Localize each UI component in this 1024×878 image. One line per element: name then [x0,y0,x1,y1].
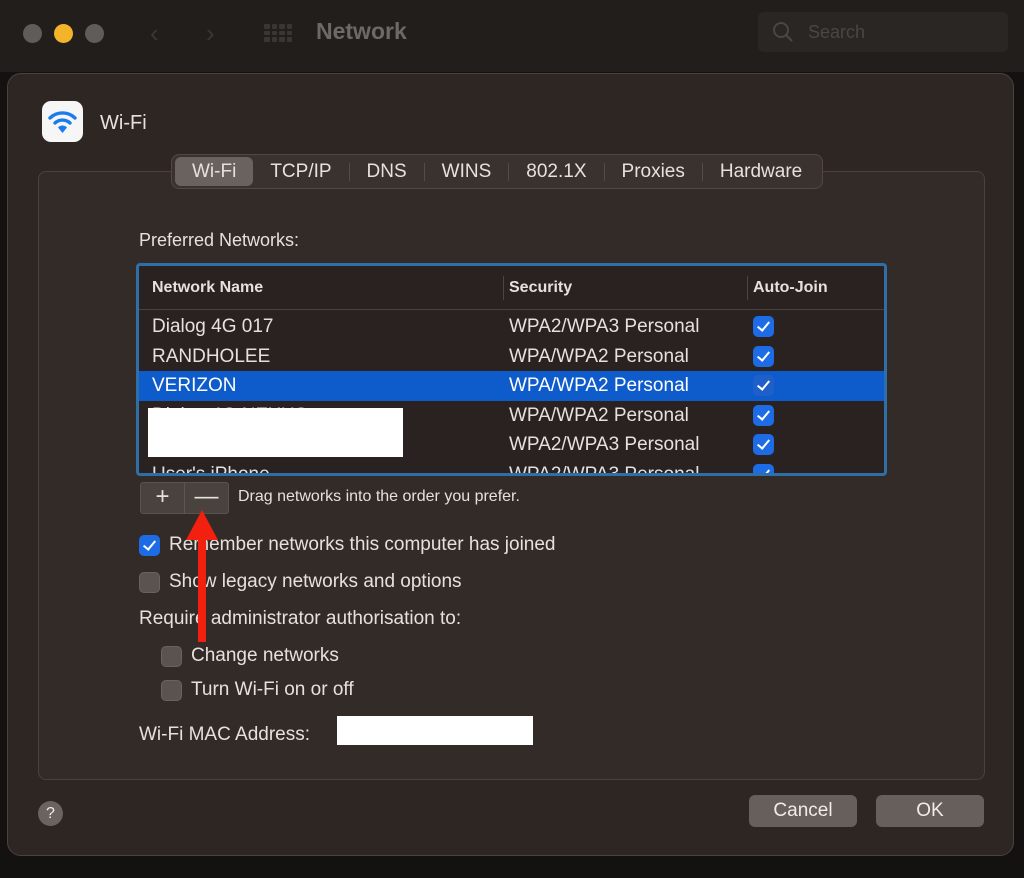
add-network-button[interactable]: + [141,483,184,513]
mac-address-label: Wi-Fi MAC Address: [139,724,311,745]
close-window-button[interactable] [23,24,42,43]
minimize-window-button[interactable] [54,24,73,43]
wifi-icon [48,111,77,133]
auto-join-checkbox[interactable] [753,463,774,473]
mac-address-value-redacted [337,716,533,745]
window-titlebar: ‹ › Network Search [0,0,1024,72]
auto-join-checkbox[interactable] [753,345,774,367]
search-icon [773,22,793,42]
search-placeholder: Search [808,22,866,42]
wifi-tab-panel: Preferred Networks: Network Name Securit… [38,171,985,780]
table-row-selected[interactable]: VERIZON WPA/WPA2 Personal [139,371,884,401]
remember-networks-label: Remember networks this computer has join… [169,534,556,555]
column-divider[interactable] [503,276,504,300]
legacy-networks-checkbox[interactable] [139,571,160,593]
network-security: WPA/WPA2 Personal [509,345,689,367]
window-title: Network [316,18,407,44]
tab-hardware[interactable]: Hardware [703,157,819,186]
preferred-networks-table[interactable]: Network Name Security Auto-Join Dialog 4… [136,263,887,476]
change-networks-checkbox[interactable] [161,645,182,667]
ok-button[interactable]: OK [876,795,984,827]
column-header-network-name[interactable]: Network Name [152,279,263,297]
column-header-auto-join[interactable]: Auto-Join [753,279,828,297]
preferred-networks-label: Preferred Networks: [139,230,300,250]
redaction-box [148,408,403,457]
maximize-window-button[interactable] [85,24,104,43]
cancel-button[interactable]: Cancel [749,795,857,827]
tab-proxies[interactable]: Proxies [605,157,702,186]
tab-wins[interactable]: WINS [425,157,509,186]
tab-bar: Wi-Fi TCP/IP DNS WINS 802.1X Proxies Har… [171,154,824,189]
column-divider[interactable] [747,276,748,300]
remember-networks-checkbox[interactable] [139,534,160,556]
change-networks-option[interactable]: Change networks [161,645,339,667]
wifi-settings-sheet: Wi-Fi Wi-Fi TCP/IP DNS WINS 802.1X Proxi… [7,73,1014,856]
forward-arrow-icon[interactable]: › [206,18,215,49]
toggle-wifi-checkbox[interactable] [161,679,182,701]
tab-tcpip[interactable]: TCP/IP [253,157,348,186]
table-row[interactable]: User's iPhone WPA2/WPA3 Personal [139,460,884,476]
table-row[interactable]: Dialog 4G 017 WPA2/WPA3 Personal [139,312,884,342]
network-security: WPA/WPA2 Personal [509,404,689,426]
toggle-wifi-label: Turn Wi-Fi on or off [191,679,354,700]
auto-join-checkbox[interactable] [753,316,774,337]
network-name: RANDHOLEE [152,345,271,367]
search-field[interactable]: Search [758,12,1008,52]
help-button[interactable]: ? [38,801,63,826]
column-header-security[interactable]: Security [509,279,572,297]
network-name: Dialog 4G 017 [152,316,274,337]
network-name: VERIZON [152,375,237,396]
change-networks-label: Change networks [191,645,339,666]
annotation-arrow-icon [186,510,218,642]
auto-join-checkbox[interactable] [753,434,774,455]
table-row[interactable]: RANDHOLEE WPA/WPA2 Personal [139,342,884,372]
back-arrow-icon[interactable]: ‹ [150,18,159,49]
toggle-wifi-option[interactable]: Turn Wi-Fi on or off [161,679,354,701]
drag-hint: Drag networks into the order you prefer. [238,488,520,505]
network-security: WPA2/WPA3 Personal [509,316,700,337]
tab-8021x[interactable]: 802.1X [509,157,603,186]
auto-join-checkbox[interactable] [753,375,774,396]
tab-dns[interactable]: DNS [350,157,424,186]
network-name: User's iPhone [152,463,270,476]
table-header: Network Name Security Auto-Join [139,266,884,310]
tab-wifi[interactable]: Wi-Fi [175,157,254,186]
network-security: WPA2/WPA3 Personal [509,463,700,476]
network-security: WPA2/WPA3 Personal [509,434,700,455]
show-all-grid-icon[interactable] [264,24,292,42]
sheet-title: Wi-Fi [100,112,147,134]
auto-join-checkbox[interactable] [753,404,774,426]
network-security: WPA/WPA2 Personal [509,375,689,396]
wifi-app-icon [42,101,83,142]
remove-network-button[interactable]: — [185,483,228,513]
